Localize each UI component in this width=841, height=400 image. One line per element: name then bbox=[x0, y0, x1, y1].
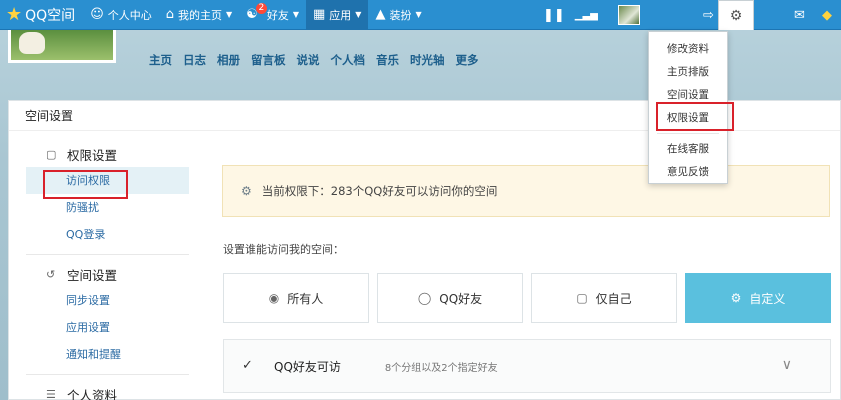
cover-photo bbox=[8, 30, 116, 63]
shirt-icon: ▲ bbox=[375, 7, 386, 22]
person-icon: ☺ bbox=[90, 7, 104, 22]
nav-my-home[interactable]: ⌂ 我的主页 ▼ bbox=[159, 0, 239, 30]
sidebar-item-qq-login[interactable]: QQ登录 bbox=[26, 221, 189, 248]
avatar[interactable] bbox=[618, 5, 640, 25]
logout-button[interactable]: ⇨ bbox=[703, 0, 714, 30]
nav-label: 应用 bbox=[329, 8, 352, 22]
who-can-access-label: 设置谁能访问我的空间： bbox=[223, 243, 344, 256]
vip-diamond-button[interactable]: ◆ bbox=[822, 0, 832, 30]
menu-divider bbox=[657, 133, 719, 134]
gear-icon: ⚙ bbox=[241, 184, 252, 198]
rule-title: QQ好友可访 bbox=[274, 359, 341, 374]
subnav-music[interactable]: 音乐 bbox=[376, 52, 399, 68]
checkmark-icon[interactable]: ✓ bbox=[242, 359, 256, 373]
subnav-home[interactable]: 主页 bbox=[149, 52, 172, 68]
pause-icon: ❚❚ bbox=[543, 7, 565, 23]
option-label: 所有人 bbox=[287, 291, 324, 306]
notice-text: 当前权限下：283个QQ好友可以访问你的空间 bbox=[261, 184, 498, 198]
sidebar-item-notifications[interactable]: 通知和提醒 bbox=[26, 341, 189, 368]
sidebar-section-space-settings: ↺ 空间设置 bbox=[26, 261, 189, 287]
music-controls[interactable]: ❚❚ ▁▃▅ bbox=[543, 0, 598, 30]
subnav-profile[interactable]: 个人档 bbox=[331, 52, 366, 68]
notification-badge: 2 bbox=[255, 3, 267, 14]
chevron-down-icon: ▼ bbox=[292, 10, 299, 19]
profile-subnav: 主页 日志 相册 留言板 说说 个人档 音乐 时光轴 更多 bbox=[149, 52, 490, 68]
logout-icon: ⇨ bbox=[703, 7, 714, 23]
sidebar-item-app-settings[interactable]: 应用设置 bbox=[26, 314, 189, 341]
mail-icon: ✉ bbox=[794, 7, 805, 23]
menu-item-edit-profile[interactable]: 修改资料 bbox=[649, 41, 727, 56]
sidebar-section-title: 个人资料 bbox=[67, 387, 118, 400]
diamond-icon: ◆ bbox=[822, 7, 832, 23]
settings-gear-button[interactable]: ⚙ bbox=[718, 0, 754, 30]
grid-icon: ▦ bbox=[312, 7, 326, 22]
option-only-me[interactable]: ▢ 仅自己 bbox=[531, 273, 677, 323]
nav-friends[interactable]: ☯ 2 好友 ▼ bbox=[239, 0, 306, 30]
nav-personal-center[interactable]: ☺ 个人中心 bbox=[83, 0, 159, 30]
gear-icon: ⚙ bbox=[729, 7, 743, 24]
access-options: ◉ 所有人 ◯ QQ好友 ▢ 仅自己 ⚙ 自定义 bbox=[223, 273, 839, 323]
subnav-talk[interactable]: 说说 bbox=[297, 52, 320, 68]
sidebar-divider bbox=[26, 374, 189, 375]
subnav-timeline[interactable]: 时光轴 bbox=[410, 52, 445, 68]
subnav-more[interactable]: 更多 bbox=[456, 52, 479, 68]
profile-card-icon: ☰ bbox=[46, 387, 56, 400]
lock-icon: ▢ bbox=[576, 291, 588, 305]
sidebar-item-sync-settings[interactable]: 同步设置 bbox=[26, 287, 189, 314]
menu-item-layout[interactable]: 主页排版 bbox=[649, 64, 727, 79]
option-everyone[interactable]: ◉ 所有人 bbox=[223, 273, 369, 323]
mail-button[interactable]: ✉ bbox=[794, 0, 805, 30]
subnav-blog[interactable]: 日志 bbox=[183, 52, 206, 68]
highlight-box-access-permission bbox=[43, 170, 128, 199]
chevron-down-icon: ▼ bbox=[355, 10, 362, 19]
space-settings-icon: ↺ bbox=[46, 267, 56, 281]
sidebar-section-personal-info[interactable]: ☰ 个人资料 bbox=[26, 381, 189, 400]
menu-item-feedback[interactable]: 意见反馈 bbox=[649, 164, 727, 179]
qq-penguin-icon: ◯ bbox=[417, 291, 432, 305]
sidebar-section-title: 权限设置 bbox=[67, 147, 118, 163]
nav-decorate[interactable]: ▲ 装扮 ▼ bbox=[368, 0, 428, 30]
user-avatar-area[interactable] bbox=[618, 0, 640, 30]
permission-notice: ⚙ 当前权限下：283个QQ好友可以访问你的空间 bbox=[222, 165, 830, 217]
qzone-logo[interactable]: ★ QQ空间 bbox=[0, 0, 83, 30]
gear-icon: ⚙ bbox=[730, 291, 742, 305]
option-label: QQ好友 bbox=[439, 291, 483, 306]
custom-rule-row[interactable]: ✓ QQ好友可访 8个分组以及2个指定好友 ∨ bbox=[223, 339, 831, 393]
globe-icon: ◉ bbox=[268, 291, 280, 305]
logo-text: QQ空间 bbox=[25, 7, 76, 24]
nav-label: 个人中心 bbox=[107, 8, 152, 22]
rule-description: 8个分组以及2个指定好友 bbox=[384, 362, 498, 374]
chevron-down-icon: ▼ bbox=[415, 10, 422, 19]
option-label: 自定义 bbox=[749, 291, 786, 306]
star-logo-icon: ★ bbox=[6, 3, 23, 25]
cover-photo-figure bbox=[19, 32, 45, 54]
sidebar-section-permissions: ▢ 权限设置 bbox=[26, 141, 189, 167]
sidebar-section-title: 空间设置 bbox=[67, 267, 118, 283]
lock-icon: ▢ bbox=[46, 147, 57, 161]
chevron-down-icon[interactable]: ∨ bbox=[782, 357, 792, 373]
option-label: 仅自己 bbox=[595, 291, 632, 306]
nav-label: 装扮 bbox=[389, 8, 412, 22]
sidebar-divider bbox=[26, 254, 189, 255]
nav-label: 好友 bbox=[266, 8, 289, 22]
chevron-down-icon: ▼ bbox=[226, 10, 233, 19]
menu-item-online-support[interactable]: 在线客服 bbox=[649, 141, 727, 156]
nav-apps[interactable]: ▦ 应用 ▼ bbox=[305, 0, 369, 30]
highlight-box-permission-settings bbox=[656, 102, 734, 131]
top-nav-bar: ★ QQ空间 ☺ 个人中心 ⌂ 我的主页 ▼ ☯ 2 好友 ▼ ▦ 应用 ▼ ▲… bbox=[0, 0, 841, 30]
option-qq-friends[interactable]: ◯ QQ好友 bbox=[377, 273, 523, 323]
signal-bars-icon: ▁▃▅ bbox=[574, 9, 598, 21]
menu-item-space-settings[interactable]: 空间设置 bbox=[649, 87, 727, 102]
subnav-guestbook[interactable]: 留言板 bbox=[251, 52, 286, 68]
subnav-album[interactable]: 相册 bbox=[217, 52, 240, 68]
option-custom[interactable]: ⚙ 自定义 bbox=[685, 273, 831, 323]
nav-label: 我的主页 bbox=[178, 8, 223, 22]
home-icon: ⌂ bbox=[165, 7, 175, 22]
